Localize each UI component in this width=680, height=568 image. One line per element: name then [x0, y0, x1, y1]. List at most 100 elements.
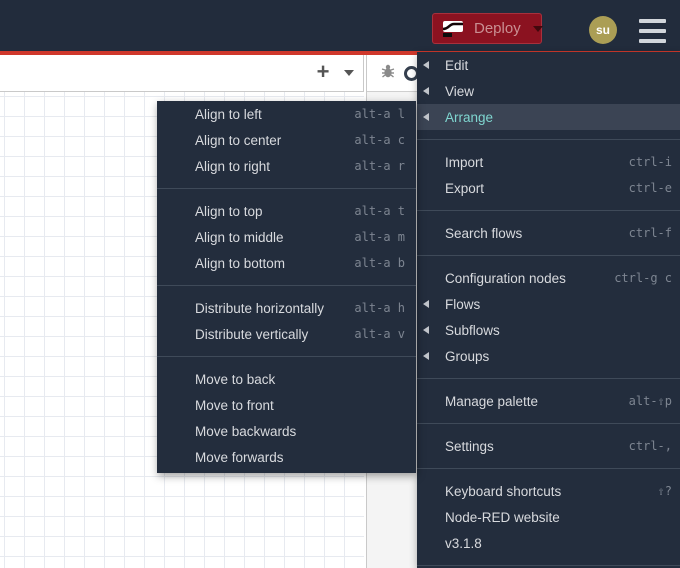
menu-divider — [417, 139, 680, 140]
menu-item-groups[interactable]: Groups — [417, 343, 680, 369]
menu-item-shortcut: alt-a m — [354, 230, 405, 244]
plus-icon: + — [316, 59, 330, 84]
menu-item-label: Move forwards — [195, 449, 284, 465]
bug-icon — [381, 64, 395, 78]
menu-divider — [417, 210, 680, 211]
menu-item-flows[interactable]: Flows — [417, 291, 680, 317]
menu-divider — [157, 356, 416, 357]
menu-item-label: Keyboard shortcuts — [445, 483, 562, 499]
menu-item-label: Distribute vertically — [195, 326, 309, 342]
caret-down-icon — [344, 70, 354, 76]
main-menu-button[interactable] — [639, 19, 666, 43]
flow-list-button[interactable] — [343, 59, 355, 87]
submenu-arrow-icon — [423, 352, 429, 360]
menu-item-label: Groups — [445, 348, 490, 364]
menu-divider — [417, 565, 680, 566]
menu-item-label: Node-RED website — [445, 509, 560, 525]
menu-item-align-to-middle[interactable]: Align to middle alt-a m — [157, 224, 416, 250]
menu-item-arrange[interactable]: Arrange — [417, 104, 680, 130]
user-initials: su — [595, 23, 610, 37]
menu-item-label: Search flows — [445, 225, 523, 241]
menu-divider — [417, 255, 680, 256]
menu-item-shortcut: alt-a c — [354, 133, 405, 147]
menu-item-label: Edit — [445, 57, 469, 73]
menu-item-shortcut: alt-a b — [354, 256, 405, 270]
menu-item-shortcut: alt-⇧p — [628, 394, 672, 408]
menu-item-label: Align to middle — [195, 229, 284, 245]
user-avatar[interactable]: su — [589, 16, 617, 44]
menu-divider — [417, 468, 680, 469]
menu-item-move-backwards[interactable]: Move backwards — [157, 418, 416, 444]
menu-item-settings[interactable]: Settings ctrl-, — [417, 433, 680, 459]
menu-item-align-to-top[interactable]: Align to top alt-a t — [157, 198, 416, 224]
menu-item-shortcut: alt-a l — [354, 107, 405, 121]
menu-item-v3-1-8[interactable]: v3.1.8 — [417, 530, 680, 556]
menu-item-move-to-back[interactable]: Move to back — [157, 366, 416, 392]
menu-item-label: Align to bottom — [195, 255, 286, 271]
menu-item-shortcut: alt-a h — [354, 301, 405, 315]
menu-item-keyboard-shortcuts[interactable]: Keyboard shortcuts ⇧? — [417, 478, 680, 504]
menu-item-label: Manage palette — [445, 393, 539, 409]
menu-item-label: Align to center — [195, 132, 282, 148]
menu-item-move-to-front[interactable]: Move to front — [157, 392, 416, 418]
deploy-button-label: Deploy — [474, 20, 521, 37]
menu-item-label: Arrange — [445, 109, 494, 125]
menu-item-align-to-left[interactable]: Align to left alt-a l — [157, 101, 416, 127]
menu-item-shortcut: ctrl-e — [628, 181, 672, 195]
menu-item-edit[interactable]: Edit — [417, 52, 680, 78]
menu-item-label: Configuration nodes — [445, 270, 566, 286]
menu-item-label: Align to left — [195, 106, 262, 122]
menu-item-view[interactable]: View — [417, 78, 680, 104]
menu-item-shortcut: ctrl-g c — [614, 271, 672, 285]
menu-item-shortcut: ctrl-f — [628, 226, 672, 240]
menu-item-label: Flows — [445, 296, 481, 312]
menu-item-label: Align to top — [195, 203, 263, 219]
menu-item-distribute-vertically[interactable]: Distribute vertically alt-a v — [157, 321, 416, 347]
menu-item-subflows[interactable]: Subflows — [417, 317, 680, 343]
menu-item-configuration-nodes[interactable]: Configuration nodes ctrl-g c — [417, 265, 680, 291]
menu-item-import[interactable]: Import ctrl-i — [417, 149, 680, 175]
menu-item-shortcut: alt-a t — [354, 204, 405, 218]
menu-item-shortcut: ⇧? — [657, 484, 672, 498]
submenu-arrow-icon — [423, 61, 429, 69]
menu-item-label: Import — [445, 154, 484, 170]
menu-item-label: Settings — [445, 438, 494, 454]
workspace-toolbar: + — [0, 55, 364, 92]
menu-item-distribute-horizontally[interactable]: Distribute horizontally alt-a h — [157, 295, 416, 321]
menu-item-align-to-bottom[interactable]: Align to bottom alt-a b — [157, 250, 416, 276]
menu-divider — [417, 378, 680, 379]
header: Deploy su — [0, 0, 680, 51]
menu-item-move-forwards[interactable]: Move forwards — [157, 444, 416, 470]
menu-item-align-to-center[interactable]: Align to center alt-a c — [157, 127, 416, 153]
menu-item-label: View — [445, 83, 475, 99]
menu-item-node-red-website[interactable]: Node-RED website — [417, 504, 680, 530]
menu-item-manage-palette[interactable]: Manage palette alt-⇧p — [417, 388, 680, 414]
arrange-submenu: Align to left alt-a l Align to center alt-a… — [157, 101, 416, 473]
main-menu: Edit View Arrange Import ctrl-i Export ctrl-e S… — [417, 52, 680, 568]
menu-item-search-flows[interactable]: Search flows ctrl-f — [417, 220, 680, 246]
add-flow-button[interactable]: + — [311, 59, 335, 87]
debug-tab[interactable] — [380, 63, 396, 84]
submenu-arrow-icon — [423, 300, 429, 308]
submenu-arrow-icon — [423, 87, 429, 95]
deploy-button[interactable]: Deploy — [432, 13, 543, 44]
menu-item-shortcut: ctrl-, — [628, 439, 672, 453]
menu-divider — [157, 285, 416, 286]
menu-item-shortcut: alt-a v — [354, 327, 405, 341]
menu-item-label: Move to back — [195, 371, 276, 387]
deploy-options-caret-icon[interactable] — [532, 25, 543, 32]
deploy-node-icon — [440, 19, 466, 39]
menu-item-label: Export — [445, 180, 485, 196]
menu-item-label: v3.1.8 — [445, 535, 482, 551]
menu-item-label: Subflows — [445, 322, 500, 338]
menu-item-align-to-right[interactable]: Align to right alt-a r — [157, 153, 416, 179]
menu-divider — [417, 423, 680, 424]
menu-item-shortcut: alt-a r — [354, 159, 405, 173]
menu-item-label: Move to front — [195, 397, 274, 413]
menu-item-shortcut: ctrl-i — [628, 155, 672, 169]
menu-divider — [157, 188, 416, 189]
menu-item-label: Move backwards — [195, 423, 297, 439]
submenu-arrow-icon — [423, 326, 429, 334]
menu-item-label: Distribute horizontally — [195, 300, 325, 316]
menu-item-export[interactable]: Export ctrl-e — [417, 175, 680, 201]
